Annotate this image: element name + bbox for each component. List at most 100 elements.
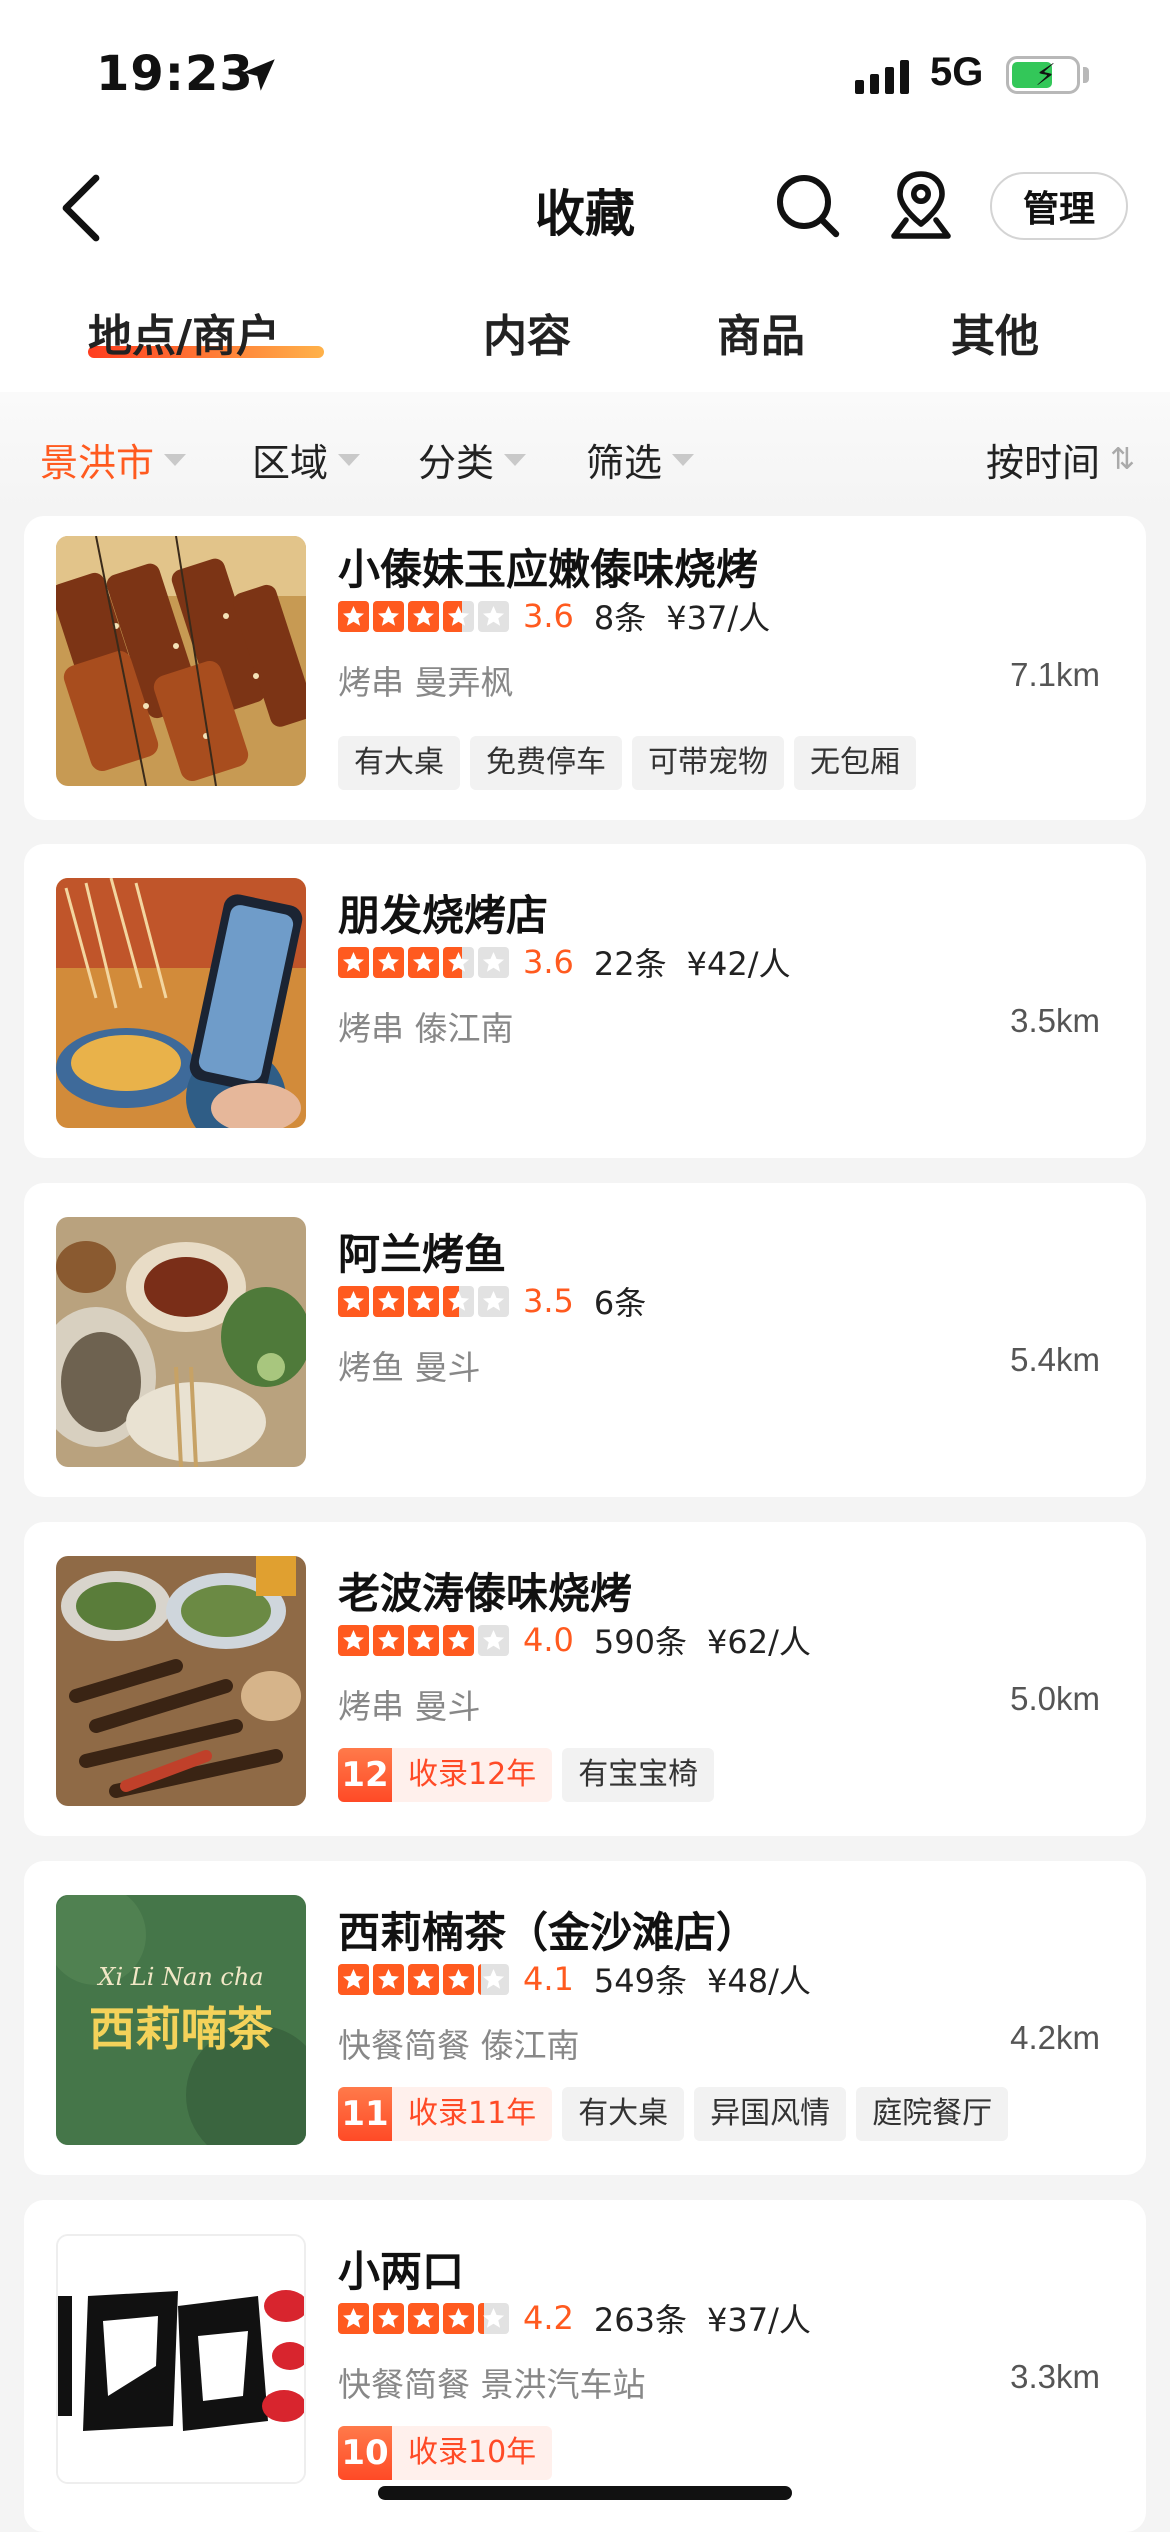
review-count: 22条 [593,945,667,983]
rating-score: 3.6 [523,597,574,635]
rating-score: 3.6 [523,943,574,981]
star-icon [478,600,509,632]
place-name[interactable]: 朋发烧烤店 [338,882,548,943]
tag-list: 10 收录10年 [338,2426,553,2480]
star-icon [443,1285,474,1317]
star-icon [338,1963,369,1995]
tag-list: 11 收录11年 有大桌 异国风情 庭院餐厅 [338,2087,1009,2141]
category-area: 烤串 曼斗 [338,1680,481,1728]
star-icon [478,946,509,978]
sort-by-time[interactable]: 按时间 ⇅ [986,432,1135,487]
average-price: ¥37/人 [666,599,771,637]
category-area: 快餐简餐 景洪汽车站 [338,2358,646,2406]
category-filter[interactable]: 分类 [418,432,527,487]
star-icon [373,2302,404,2334]
star-icon [373,1624,404,1656]
star-icon [408,2302,439,2334]
star-icon [408,946,439,978]
rating-row: 3.6 22条 ¥42/人 [338,942,791,983]
home-indicator[interactable] [378,2486,792,2500]
place-photo [56,1217,306,1467]
star-rating [338,1285,509,1317]
place-photo: Xi Li Nan cha 西莉喃茶 [56,1895,306,2145]
place-card[interactable]: 老波涛傣味烧烤 4.0 590条 ¥62/人 烤串 曼斗 5.0km 12 收录1… [24,1522,1146,1836]
star-icon [408,1624,439,1656]
tab-other[interactable]: 其他 [951,300,1039,364]
years-listed-badge: 10 收录10年 [338,2426,553,2480]
distance-label: 3.5km [1010,1002,1100,1039]
city-filter[interactable]: 景洪市 [40,432,187,487]
rating-score: 4.0 [523,1621,574,1659]
rating-score: 3.5 [523,1282,574,1320]
rating-row: 4.0 590条 ¥62/人 [338,1620,811,1661]
area-label: 傣江南 [480,2026,580,2065]
star-icon [338,946,369,978]
category-label: 快餐简餐 [338,2026,470,2065]
star-icon [338,1624,369,1656]
screen-filter[interactable]: 筛选 [586,432,695,487]
star-icon [408,600,439,632]
location-arrow-icon [243,59,275,91]
manage-button[interactable]: 管理 [990,172,1128,240]
tab-content[interactable]: 内容 [483,300,571,364]
tag-list: 12 收录12年 有宝宝椅 [338,1748,715,1802]
rating-row: 4.1 549条 ¥48/人 [338,1959,811,2000]
place-photo [56,1556,306,1806]
chevron-down-icon [164,453,187,466]
tab-places[interactable]: 地点/商户 [88,300,280,364]
place-name[interactable]: 西莉楠茶（金沙滩店） [338,1899,758,1960]
review-count: 8条 [593,599,647,637]
star-icon [443,2302,474,2334]
place-card[interactable]: 阿兰烤鱼 3.5 6条 烤鱼 曼斗 5.4km [24,1183,1146,1497]
tab-products[interactable]: 商品 [717,300,805,364]
distance-label: 7.1km [1010,656,1100,693]
map-pin-icon[interactable] [888,168,954,242]
star-icon [478,1624,509,1656]
star-rating [338,600,509,632]
place-name[interactable]: 老波涛傣味烧烤 [338,1560,632,1621]
area-label: 曼斗 [414,1348,481,1387]
star-icon [443,600,474,632]
average-price: ¥37/人 [706,2301,811,2339]
place-card[interactable]: 小两口 4.2 263条 ¥37/人 快餐简餐 景洪汽车站 3.3km 10 收录… [24,2200,1146,2532]
network-type: 5G [930,50,984,94]
category-area: 烤鱼 曼斗 [338,1341,481,1389]
place-card[interactable]: 小傣妹玉应嫩傣味烧烤 3.6 8条 ¥37/人 烤串 曼弄枫 7.1km 有大桌… [24,516,1146,820]
chevron-down-icon [504,453,527,466]
battery-icon: ⚡ [1006,56,1080,94]
place-name[interactable]: 阿兰烤鱼 [338,1221,506,1282]
star-icon [443,1963,474,1995]
average-price: ¥48/人 [706,1962,811,2000]
chevron-down-icon [672,453,695,466]
star-icon [478,1285,509,1317]
tag-chip: 无包厢 [794,736,916,790]
rating-row: 3.6 8条 ¥37/人 [338,596,771,637]
distance-label: 3.3km [1010,2358,1100,2395]
review-count: 590条 [593,1623,687,1661]
place-name[interactable]: 小两口 [338,2238,464,2299]
rating-row: 4.2 263条 ¥37/人 [338,2298,811,2339]
tag-chip: 免费停车 [470,736,622,790]
star-icon [443,1624,474,1656]
place-name[interactable]: 小傣妹玉应嫩傣味烧烤 [338,536,758,597]
place-card[interactable]: Xi Li Nan cha 西莉喃茶 西莉楠茶（金沙滩店） 4.1 549条 ¥… [24,1861,1146,2175]
average-price: ¥42/人 [686,945,791,983]
category-area: 烤串 曼弄枫 [338,656,514,704]
rating-score: 4.1 [523,1960,574,1998]
battery-tip [1083,67,1089,83]
star-rating [338,1963,509,1995]
area-filter[interactable]: 区域 [252,432,361,487]
cellular-signal-icon [855,60,909,94]
search-icon[interactable] [774,172,840,238]
star-icon [478,2302,509,2334]
place-photo [56,878,306,1128]
review-count: 263条 [593,2301,687,2339]
area-label: 曼斗 [414,1687,481,1726]
category-label: 烤串 [338,1009,404,1048]
star-icon [408,1285,439,1317]
star-icon [408,1963,439,1995]
place-card[interactable]: 朋发烧烤店 3.6 22条 ¥42/人 烤串 傣江南 3.5km [24,844,1146,1158]
years-listed-badge: 12 收录12年 [338,1748,553,1802]
review-count: 549条 [593,1962,687,2000]
sort-icon: ⇅ [1110,442,1136,477]
